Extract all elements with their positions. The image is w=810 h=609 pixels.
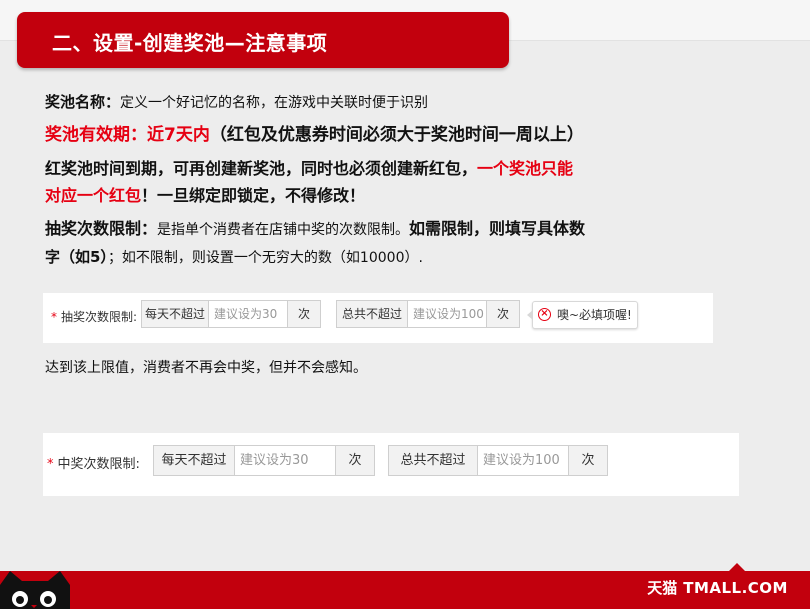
draw-limit-field-text: 抽奖次数限制: [61, 310, 138, 324]
draw-limit-note-cont: 字（如5）；如不限制，则设置一个无穷大的数（如10000）. [45, 247, 423, 269]
win-daily-field: 每天不超过 建议设为30 次 [153, 445, 375, 476]
draw-limit-label: 抽奖次数限制： [45, 219, 158, 238]
tmall-logo: 天猫 TMALL.COM [647, 577, 788, 598]
win-limit-field-text: 中奖次数限制: [57, 457, 140, 472]
title-bar: 二、设置-创建奖池—注意事项 [17, 12, 509, 68]
pool-name-desc: 定义一个好记忆的名称，在游戏中关联时便于识别 [120, 95, 429, 111]
draw-limit-desc: 是指单个消费者在店铺中奖的次数限制。 [157, 222, 410, 238]
required-error-text: 噢~必填项喔! [557, 308, 632, 322]
one-redpacket-warning: 对应一个红包 [45, 186, 142, 205]
pool-name-label: 奖池名称： [45, 93, 121, 111]
win-total-unit: 次 [568, 446, 607, 475]
win-daily-label: 每天不超过 [154, 446, 235, 475]
draw-limit-unlimited: ；如不限制，则设置一个无穷大的数（如10000）. [107, 250, 423, 266]
draw-limit-note: 抽奖次数限制：是指单个消费者在店铺中奖的次数限制。如需限制，则填写具体数 [45, 218, 585, 241]
draw-daily-field: 每天不超过 建议设为30 次 [141, 300, 321, 328]
win-limit-field-label: * 中奖次数限制: [47, 453, 140, 472]
draw-limit-example: 字（如5） [45, 248, 108, 266]
draw-total-unit: 次 [486, 301, 519, 327]
tmall-logo-en: TMALL.COM [683, 579, 788, 597]
tmall-logo-cn: 天猫 [647, 579, 678, 597]
expiry-note: 红奖池时间到期，可再创建新奖池，同时也必须创建新红包，一个奖池只能 [45, 158, 573, 179]
win-daily-input[interactable]: 建议设为30 [234, 446, 340, 475]
bind-note: 对应一个红包！一旦绑定即锁定，不得修改！ [45, 185, 365, 206]
required-error-tooltip: × 噢~必填项喔! [527, 301, 638, 329]
draw-total-field: 总共不超过 建议设为100 次 [336, 300, 520, 328]
validity-desc: （红包及优惠券时间必须大于奖池时间一周以上） [209, 125, 584, 145]
pool-name-note: 奖池名称：定义一个好记忆的名称，在游戏中关联时便于识别 [45, 92, 428, 114]
win-limit-note: 达到该上限值，消费者不再会中奖，但并不会感知。 [45, 360, 367, 376]
win-limit-form: * 中奖次数限制: 每天不超过 建议设为30 次 总共不超过 建议设为100 次 [43, 433, 739, 496]
win-total-field: 总共不超过 建议设为100 次 [388, 445, 608, 476]
draw-daily-label: 每天不超过 [142, 301, 209, 327]
draw-limit-instruction: 如需限制，则填写具体数 [409, 219, 586, 238]
tmall-cat-icon [0, 571, 72, 609]
draw-limit-field-label: * 抽奖次数限制: [51, 308, 137, 325]
error-circle-x-icon: × [538, 308, 551, 321]
win-daily-unit: 次 [335, 446, 374, 475]
draw-limit-form: * 抽奖次数限制: 每天不超过 建议设为30 次 总共不超过 建议设为100 次 … [43, 293, 713, 343]
draw-daily-input[interactable]: 建议设为30 [208, 301, 294, 327]
footer-notch [729, 563, 745, 571]
draw-total-input[interactable]: 建议设为100 [407, 301, 493, 327]
bind-lock-desc: ！一旦绑定即锁定，不得修改！ [141, 186, 366, 205]
draw-total-label: 总共不超过 [337, 301, 408, 327]
win-total-label: 总共不超过 [389, 446, 478, 475]
page-title: 二、设置-创建奖池—注意事项 [52, 31, 328, 55]
draw-daily-unit: 次 [287, 301, 320, 327]
expiry-desc: 红奖池时间到期，可再创建新奖池，同时也必须创建新红包， [45, 159, 478, 178]
required-mark: * [47, 457, 54, 472]
required-mark: * [51, 310, 57, 324]
validity-note: 奖池有效期：近7天内（红包及优惠券时间必须大于奖池时间一周以上） [45, 125, 584, 146]
validity-label: 奖池有效期：近7天内 [45, 125, 210, 145]
win-total-input[interactable]: 建议设为100 [477, 446, 573, 475]
one-pool-warning: 一个奖池只能 [477, 159, 574, 178]
